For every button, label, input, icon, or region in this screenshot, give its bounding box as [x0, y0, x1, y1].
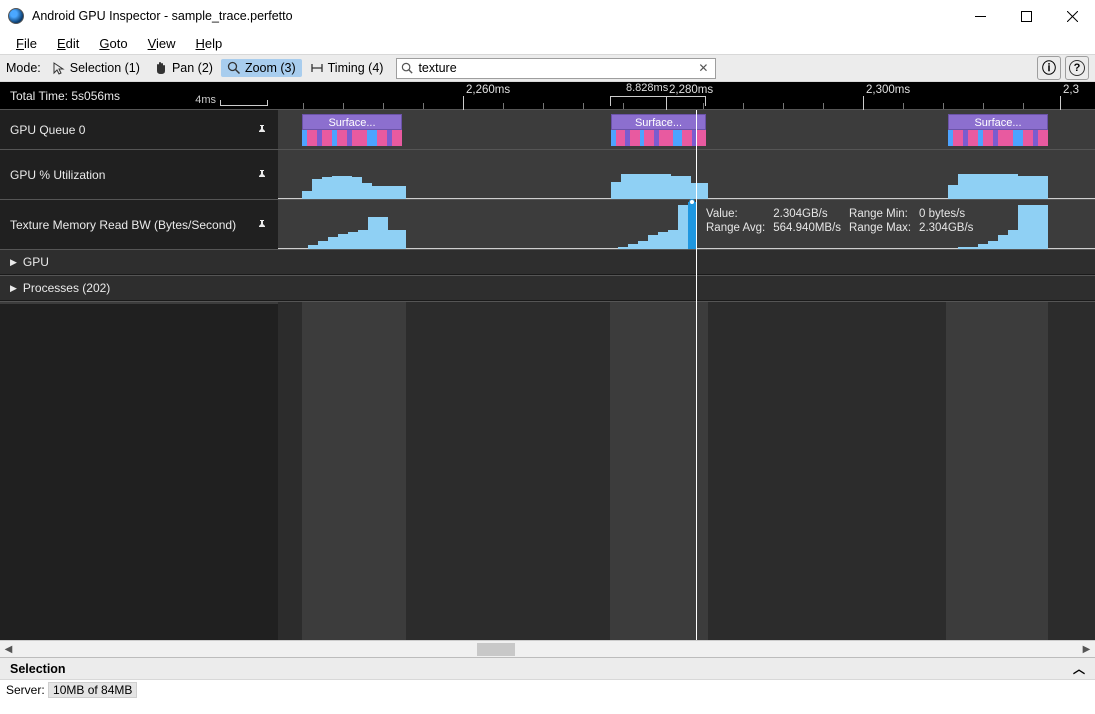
menu-file[interactable]: File [16, 36, 37, 51]
slice-surface[interactable]: Surface... [611, 114, 706, 146]
search-clear-button[interactable]: ✕ [695, 61, 711, 75]
search-icon [401, 62, 414, 75]
range-label: 8.828ms [626, 82, 668, 94]
toolbar: Mode: Selection (1) Pan (2) Zoom (3) Tim… [0, 54, 1095, 82]
chevron-up-icon[interactable]: ︿ [1073, 660, 1085, 677]
caret-right-icon: ▶ [10, 283, 17, 294]
mode-pan-button[interactable]: Pan (2) [148, 59, 219, 77]
horizontal-scrollbar[interactable]: ◀ ▶ [0, 640, 1095, 657]
track-label: GPU Queue 0 [10, 123, 85, 137]
scale-indicator: 4ms [195, 94, 268, 106]
track-gpu-queue[interactable]: GPU Queue 0 Surface... Surface... Surfac… [0, 110, 1095, 150]
status-server-value: 10MB of 84MB [48, 682, 137, 698]
timing-icon [310, 61, 324, 75]
hand-icon [154, 61, 168, 75]
mode-zoom-button[interactable]: Zoom (3) [221, 59, 302, 77]
slice-children [302, 130, 402, 146]
scroll-track[interactable] [17, 641, 1078, 658]
menu-goto[interactable]: Goto [99, 36, 127, 51]
menu-view[interactable]: View [148, 36, 176, 51]
window-minimize-button[interactable] [957, 0, 1003, 32]
range-bracket [610, 96, 706, 106]
track-label: GPU % Utilization [10, 168, 105, 182]
info-icon: ⓘ [1042, 58, 1056, 78]
sidebar-fill [0, 304, 278, 640]
status-bar: Server: 10MB of 84MB [0, 679, 1095, 700]
pin-icon[interactable] [256, 124, 268, 136]
group-gpu[interactable]: ▶GPU [0, 250, 1095, 276]
scroll-right-button[interactable]: ▶ [1078, 641, 1095, 658]
slice-children [611, 130, 706, 146]
ruler-track[interactable]: 2,260ms 2,280ms 2,300ms 2,3 8.828ms [278, 82, 1095, 109]
timeline-panel[interactable]: Total Time: 5s056ms 4ms 2,260ms 2,280ms … [0, 82, 1095, 640]
mode-selection-button[interactable]: Selection (1) [46, 59, 146, 77]
menu-help[interactable]: Help [196, 36, 223, 51]
help-button[interactable]: ? [1065, 56, 1089, 80]
pin-icon[interactable] [256, 219, 268, 231]
cursor-icon [52, 61, 66, 75]
mode-timing-button[interactable]: Timing (4) [304, 59, 390, 77]
search-input[interactable] [414, 61, 695, 75]
slice-children [948, 130, 1048, 146]
chart-texture-bw[interactable]: Value:2.304GB/s Range Min:0 bytes/s Rang… [278, 200, 1095, 249]
window-titlebar: Android GPU Inspector - sample_trace.per… [0, 0, 1095, 32]
status-server-label: Server: [6, 683, 45, 697]
window-maximize-button[interactable] [1003, 0, 1049, 32]
slice-surface[interactable]: Surface... [302, 114, 402, 146]
menu-edit[interactable]: Edit [57, 36, 79, 51]
total-time-label: Total Time: 5s056ms [10, 89, 120, 103]
group-processes[interactable]: ▶Processes (202) [0, 276, 1095, 302]
track-gpu-util[interactable]: GPU % Utilization [0, 150, 1095, 200]
window-close-button[interactable] [1049, 0, 1095, 32]
zoom-icon [227, 61, 241, 75]
caret-right-icon: ▶ [10, 257, 17, 268]
slice-surface[interactable]: Surface... [948, 114, 1048, 146]
pin-icon[interactable] [256, 169, 268, 181]
scroll-thumb[interactable] [477, 643, 515, 656]
mode-label: Mode: [6, 61, 41, 75]
selection-title: Selection [10, 662, 66, 676]
time-ruler[interactable]: Total Time: 5s056ms 4ms 2,260ms 2,280ms … [0, 82, 1095, 110]
app-icon [8, 8, 24, 24]
selection-panel-header[interactable]: Selection ︿ [0, 657, 1095, 679]
track-texture-bw[interactable]: Texture Memory Read BW (Bytes/Second) Va… [0, 200, 1095, 250]
search-box[interactable]: ✕ [396, 58, 716, 79]
help-icon: ? [1069, 60, 1085, 76]
info-button[interactable]: ⓘ [1037, 56, 1061, 80]
window-title: Android GPU Inspector - sample_trace.per… [32, 9, 293, 23]
track-label: Texture Memory Read BW (Bytes/Second) [10, 218, 236, 232]
hover-tooltip: Value:2.304GB/s Range Min:0 bytes/s Rang… [706, 208, 973, 234]
chart-gpu-util[interactable] [278, 150, 1095, 199]
scroll-left-button[interactable]: ◀ [0, 641, 17, 658]
menu-bar: File Edit Goto View Help [0, 32, 1095, 54]
